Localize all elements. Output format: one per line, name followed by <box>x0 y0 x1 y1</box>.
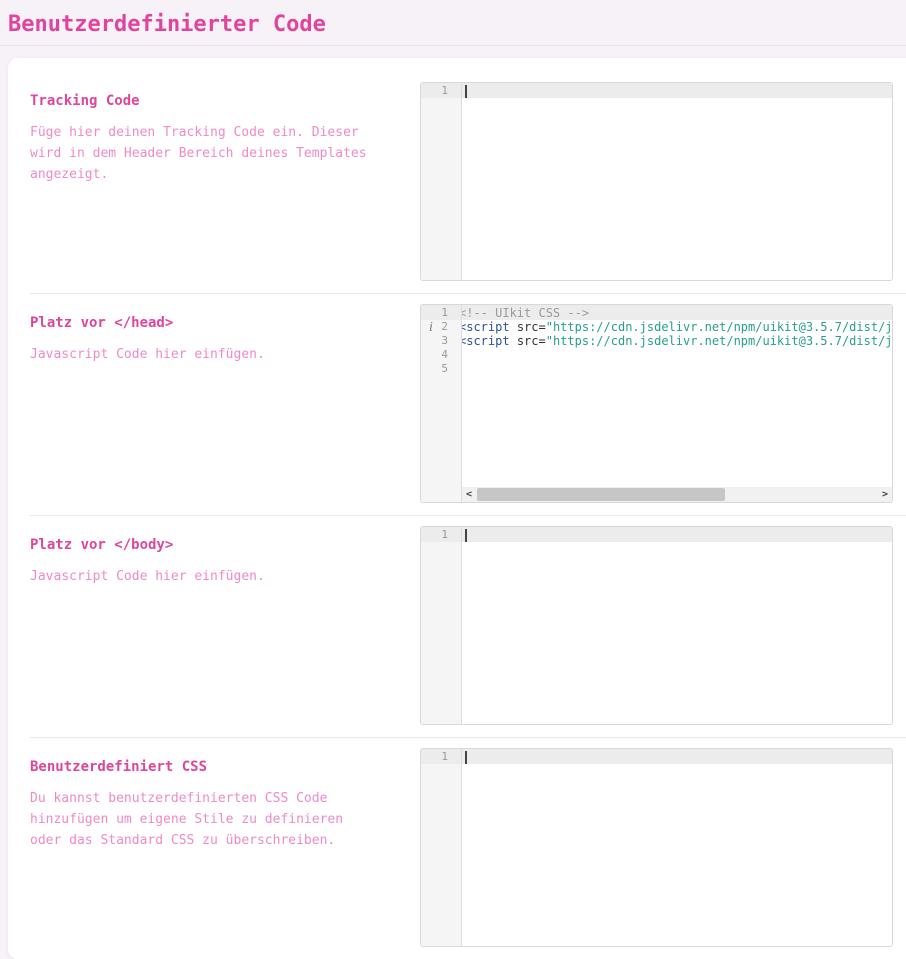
code-line <box>462 362 892 376</box>
code-editor-custom-css[interactable]: 1 <box>420 748 893 947</box>
code-token-plain <box>510 320 517 334</box>
code-editor-before-body[interactable]: 1 <box>420 526 893 725</box>
section-tracking-code: Tracking Code Füge hier deinen Tracking … <box>8 58 906 293</box>
line-number: 1 <box>421 750 461 764</box>
code-token-plain: = <box>539 320 546 334</box>
text-cursor <box>465 529 467 542</box>
section-editor-column: 1 <box>420 748 893 947</box>
section-heading: Platz vor </head> <box>30 315 374 331</box>
scrollbar-thumb[interactable] <box>477 488 725 501</box>
code-line <box>465 750 892 764</box>
section-text-column: Platz vor </head> Javascript Code hier e… <box>8 304 420 503</box>
line-number-gutter: 1 <box>421 83 461 280</box>
section-heading: Benutzerdefiniert CSS <box>30 759 374 775</box>
custom-code-card: Tracking Code Füge hier deinen Tracking … <box>8 58 906 959</box>
section-before-head: Platz vor </head> Javascript Code hier e… <box>8 294 906 515</box>
horizontal-scrollbar[interactable]: <> <box>462 487 892 502</box>
section-description: Javascript Code hier einfügen. <box>30 566 374 587</box>
code-line <box>462 348 892 362</box>
section-before-body: Platz vor </body> Javascript Code hier e… <box>8 516 906 737</box>
section-editor-column: 1 <box>420 82 893 281</box>
page-title: Benutzerdefinierter Code <box>8 12 898 38</box>
code-token-tag: <script <box>462 320 510 334</box>
section-description: Du kannst benutzerdefinierten CSS Code h… <box>30 788 374 851</box>
line-number: 5 <box>421 362 461 376</box>
code-token-plain: = <box>539 334 546 348</box>
section-text-column: Benutzerdefiniert CSS Du kannst benutzer… <box>8 748 420 947</box>
code-lines <box>465 84 892 98</box>
section-description: Javascript Code hier einfügen. <box>30 344 374 365</box>
code-editor-before-head[interactable]: 12345<!-- UIkit CSS --><script src="http… <box>420 304 893 503</box>
section-heading: Tracking Code <box>30 93 374 109</box>
section-description: Füge hier deinen Tracking Code ein. Dies… <box>30 122 374 185</box>
code-line <box>465 84 892 98</box>
text-cursor <box>465 85 467 98</box>
code-line: <!-- UIkit CSS --> <box>462 306 892 320</box>
line-number-gutter: 1 <box>421 749 461 946</box>
line-number-gutter: 12345 <box>421 305 461 502</box>
code-area[interactable] <box>462 749 892 946</box>
code-editor-tracking[interactable]: 1 <box>420 82 893 281</box>
section-text-column: Tracking Code Füge hier deinen Tracking … <box>8 82 420 281</box>
code-token-attr: src <box>517 320 539 334</box>
line-number-gutter: 1 <box>421 527 461 724</box>
code-line <box>465 528 892 542</box>
code-area[interactable]: <!-- UIkit CSS --><script src="https://c… <box>462 305 892 502</box>
line-number: 1 <box>421 84 461 98</box>
scroll-left-arrow-icon[interactable]: < <box>462 487 476 502</box>
code-lines <box>465 750 892 764</box>
section-custom-css: Benutzerdefiniert CSS Du kannst benutzer… <box>8 738 906 959</box>
code-token-tag: <script <box>462 334 510 348</box>
scrollbar-track[interactable] <box>476 487 878 502</box>
section-heading: Platz vor </body> <box>30 537 374 553</box>
code-token-comment: <!-- UIkit CSS --> <box>462 306 589 320</box>
code-lines: <!-- UIkit CSS --><script src="https://c… <box>462 306 892 376</box>
line-number: 1 <box>421 528 461 542</box>
code-token-attr: src <box>517 334 539 348</box>
line-number: 3 <box>421 334 461 348</box>
code-line: <script src="https://cdn.jsdelivr.net/np… <box>462 320 892 334</box>
code-token-string: "https://cdn.jsdelivr.net/npm/uikit@3.5.… <box>546 334 892 348</box>
code-token-plain <box>510 334 517 348</box>
line-number: 4 <box>421 348 461 362</box>
section-editor-column: 1 <box>420 526 893 725</box>
section-text-column: Platz vor </body> Javascript Code hier e… <box>8 526 420 725</box>
lint-info-marker: i <box>426 320 436 334</box>
code-line: <script src="https://cdn.jsdelivr.net/np… <box>462 334 892 348</box>
section-editor-column: 12345<!-- UIkit CSS --><script src="http… <box>420 304 893 503</box>
scroll-right-arrow-icon[interactable]: > <box>878 487 892 502</box>
code-lines <box>465 528 892 542</box>
code-token-string: "https://cdn.jsdelivr.net/npm/uikit@3.5.… <box>546 320 892 334</box>
page-header: Benutzerdefinierter Code <box>0 0 906 46</box>
text-cursor <box>465 751 467 764</box>
line-number: 1 <box>421 306 461 320</box>
code-area[interactable] <box>462 527 892 724</box>
code-area[interactable] <box>462 83 892 280</box>
